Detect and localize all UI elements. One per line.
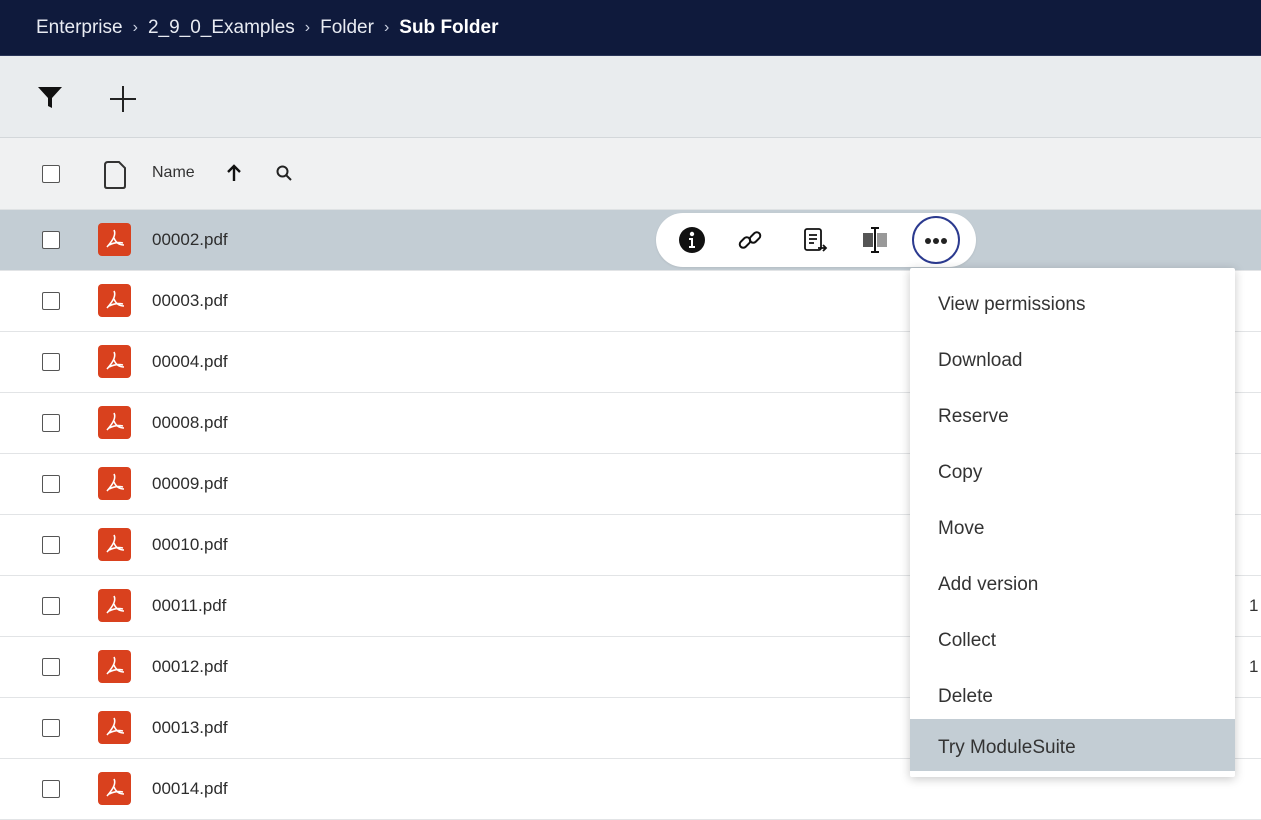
list-header: Name [0, 138, 1261, 210]
menu-item-view-permissions[interactable]: View permissions [910, 276, 1235, 328]
pdf-icon [98, 650, 131, 683]
chevron-right-icon: › [132, 18, 138, 36]
row-checkbox[interactable] [42, 536, 60, 554]
menu-item-reserve[interactable]: Reserve [910, 388, 1235, 440]
pdf-icon [98, 223, 131, 256]
toolbar [0, 56, 1261, 138]
filter-icon[interactable] [37, 86, 63, 115]
file-name[interactable]: 00003.pdf [152, 291, 228, 311]
chevron-right-icon: › [304, 18, 311, 36]
pdf-icon [98, 772, 131, 805]
file-name[interactable]: 00002.pdf [152, 230, 228, 250]
row-checkbox[interactable] [42, 231, 60, 249]
pdf-icon [98, 284, 131, 317]
arrow-up-icon[interactable] [226, 164, 242, 187]
breadcrumb-current: Sub Folder [399, 16, 499, 38]
menu-item-add-version[interactable]: Add version [910, 556, 1235, 608]
breadcrumb-folder[interactable]: Folder [320, 17, 374, 39]
row-checkbox[interactable] [42, 658, 60, 676]
row-checkbox[interactable] [42, 597, 60, 615]
pdf-icon [98, 406, 131, 439]
more-options-icon[interactable] [912, 216, 960, 264]
row-checkbox[interactable] [42, 719, 60, 737]
file-name[interactable]: 00008.pdf [152, 413, 228, 433]
link-icon[interactable] [734, 224, 766, 256]
menu-item-delete[interactable]: Delete [910, 668, 1235, 720]
file-name[interactable]: 00014.pdf [152, 779, 228, 799]
menu-item-collect[interactable]: Collect [910, 612, 1235, 664]
row-checkbox[interactable] [42, 780, 60, 798]
chevron-right-icon: › [383, 18, 390, 36]
name-column-header[interactable]: Name [152, 164, 195, 182]
properties-icon[interactable] [799, 224, 831, 256]
menu-item-move[interactable]: Move [910, 500, 1235, 552]
breadcrumb-enterprise[interactable]: Enterprise [36, 17, 123, 39]
table-row[interactable]: 00002.pdf [0, 210, 1261, 271]
pdf-icon [98, 711, 131, 744]
menu-item-copy[interactable]: Copy [910, 444, 1235, 496]
row-checkbox[interactable] [42, 475, 60, 493]
breadcrumb: Enterprise › 2_9_0_Examples › Folder › S… [0, 0, 1261, 56]
pdf-icon [98, 589, 131, 622]
row-checkbox[interactable] [42, 353, 60, 371]
compare-icon[interactable] [859, 224, 891, 256]
row-extra-value: 1 [1249, 596, 1259, 615]
menu-item-download[interactable]: Download [910, 332, 1235, 384]
info-icon[interactable] [676, 224, 708, 256]
row-checkbox[interactable] [42, 414, 60, 432]
search-icon[interactable] [276, 165, 292, 186]
file-name[interactable]: 00011.pdf [152, 596, 226, 616]
menu-item-try-modulesuite[interactable]: Try ModuleSuite [910, 719, 1235, 771]
pdf-icon [98, 345, 131, 378]
inline-action-bar [656, 213, 976, 267]
file-name[interactable]: 00012.pdf [152, 657, 228, 677]
document-type-icon [103, 160, 127, 195]
pdf-icon [98, 528, 131, 561]
row-extra-value: 1 [1249, 657, 1259, 676]
plus-icon[interactable] [108, 84, 138, 119]
row-checkbox[interactable] [42, 292, 60, 310]
select-all-checkbox[interactable] [42, 165, 60, 183]
file-name[interactable]: 00009.pdf [152, 474, 228, 494]
pdf-icon [98, 467, 131, 500]
file-name[interactable]: 00013.pdf [152, 718, 228, 738]
file-name[interactable]: 00004.pdf [152, 352, 228, 372]
breadcrumb-examples[interactable]: 2_9_0_Examples [148, 17, 295, 39]
file-name[interactable]: 00010.pdf [152, 535, 228, 555]
context-menu: View permissions Download Reserve Copy M… [910, 268, 1235, 777]
